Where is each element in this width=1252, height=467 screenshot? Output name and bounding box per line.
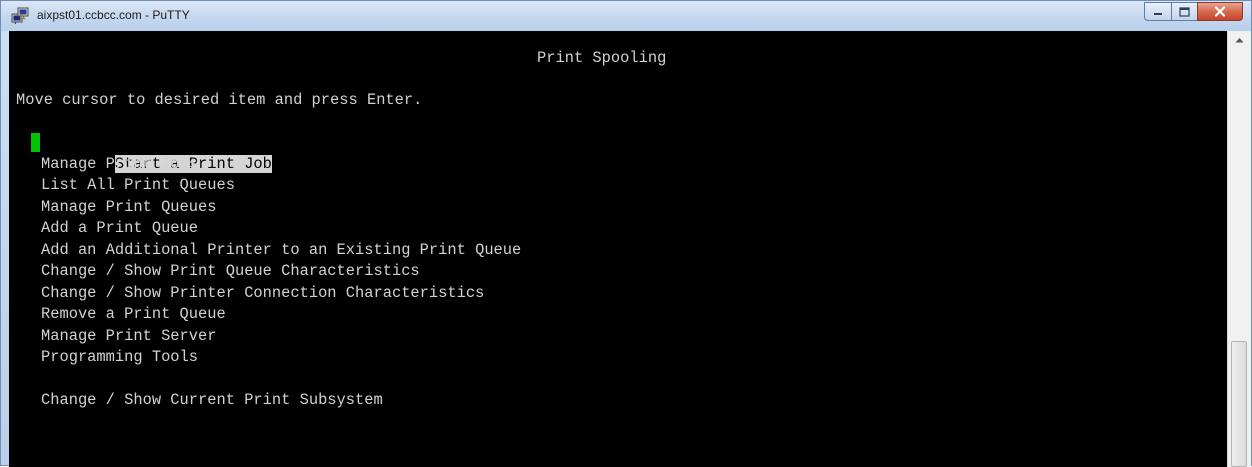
window-controls: [1144, 2, 1243, 22]
menu-item-manage-print-queues[interactable]: Manage Print Queues: [41, 197, 521, 219]
putty-icon[interactable]: [11, 7, 29, 24]
instruction-text: Move cursor to desired item and press En…: [16, 91, 423, 109]
maximize-button[interactable]: [1171, 2, 1197, 21]
menu-item-change-show-print-subsystem[interactable]: Change / Show Current Print Subsystem: [41, 390, 521, 412]
putty-window: aixpst01.ccbcc.com - PuTTY Print Spoolin…: [0, 0, 1252, 467]
menu-item-change-show-printer-connection[interactable]: Change / Show Printer Connection Charact…: [41, 283, 521, 305]
menu-item-manage-print-server[interactable]: Manage Print Server: [41, 326, 521, 348]
terminal-cursor: [31, 133, 40, 152]
scroll-up-arrow-icon: [1235, 37, 1244, 42]
menu-item-add-additional-printer[interactable]: Add an Additional Printer to an Existing…: [41, 240, 521, 262]
menu-item-manage-print-jobs[interactable]: Manage Print Jobs: [41, 154, 521, 176]
menu-item-programming-tools[interactable]: Programming Tools: [41, 347, 521, 369]
title-bar[interactable]: aixpst01.ccbcc.com - PuTTY: [1, 1, 1251, 31]
menu-item-remove-print-queue[interactable]: Remove a Print Queue: [41, 304, 521, 326]
menu-item-start-print-job[interactable]: Start a Print Job: [31, 132, 521, 173]
terminal-screen[interactable]: Print Spooling Move cursor to desired it…: [9, 31, 1227, 467]
close-icon: [1214, 6, 1226, 17]
close-button[interactable]: [1197, 2, 1243, 21]
minimize-icon: [1154, 12, 1162, 15]
scroll-up-button[interactable]: [1228, 31, 1251, 48]
maximize-icon: [1179, 6, 1190, 17]
window-title: aixpst01.ccbcc.com - PuTTY: [37, 8, 190, 22]
print-spooling-menu: Start a Print Job Manage Print Jobs List…: [31, 132, 521, 412]
menu-item-add-print-queue[interactable]: Add a Print Queue: [41, 218, 521, 240]
vertical-scrollbar[interactable]: [1227, 31, 1251, 467]
screen-title: Print Spooling: [537, 49, 667, 67]
minimize-button[interactable]: [1144, 2, 1171, 21]
menu-item-list-all-print-queues[interactable]: List All Print Queues: [41, 175, 521, 197]
scrollbar-thumb[interactable]: [1231, 341, 1247, 467]
menu-item-change-show-queue-characteristics[interactable]: Change / Show Print Queue Characteristic…: [41, 261, 521, 283]
